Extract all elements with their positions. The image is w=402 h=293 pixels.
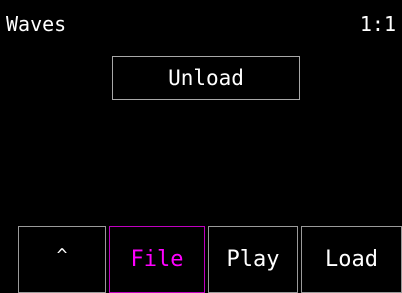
- up-button[interactable]: ^: [18, 226, 106, 293]
- load-button[interactable]: Load: [301, 226, 402, 293]
- page-indicator: 1:1: [359, 12, 396, 36]
- up-caret-icon: ^: [56, 245, 68, 266]
- unload-button-label: Unload: [168, 66, 244, 90]
- file-button[interactable]: File: [109, 226, 205, 293]
- file-button-label: File: [130, 247, 184, 272]
- play-button[interactable]: Play: [208, 226, 298, 293]
- load-button-label: Load: [325, 247, 378, 272]
- screen-title: Waves: [6, 12, 67, 36]
- softkey-bar: ^ File Play Load: [18, 226, 402, 293]
- play-button-label: Play: [226, 247, 280, 272]
- unload-button[interactable]: Unload: [112, 56, 300, 100]
